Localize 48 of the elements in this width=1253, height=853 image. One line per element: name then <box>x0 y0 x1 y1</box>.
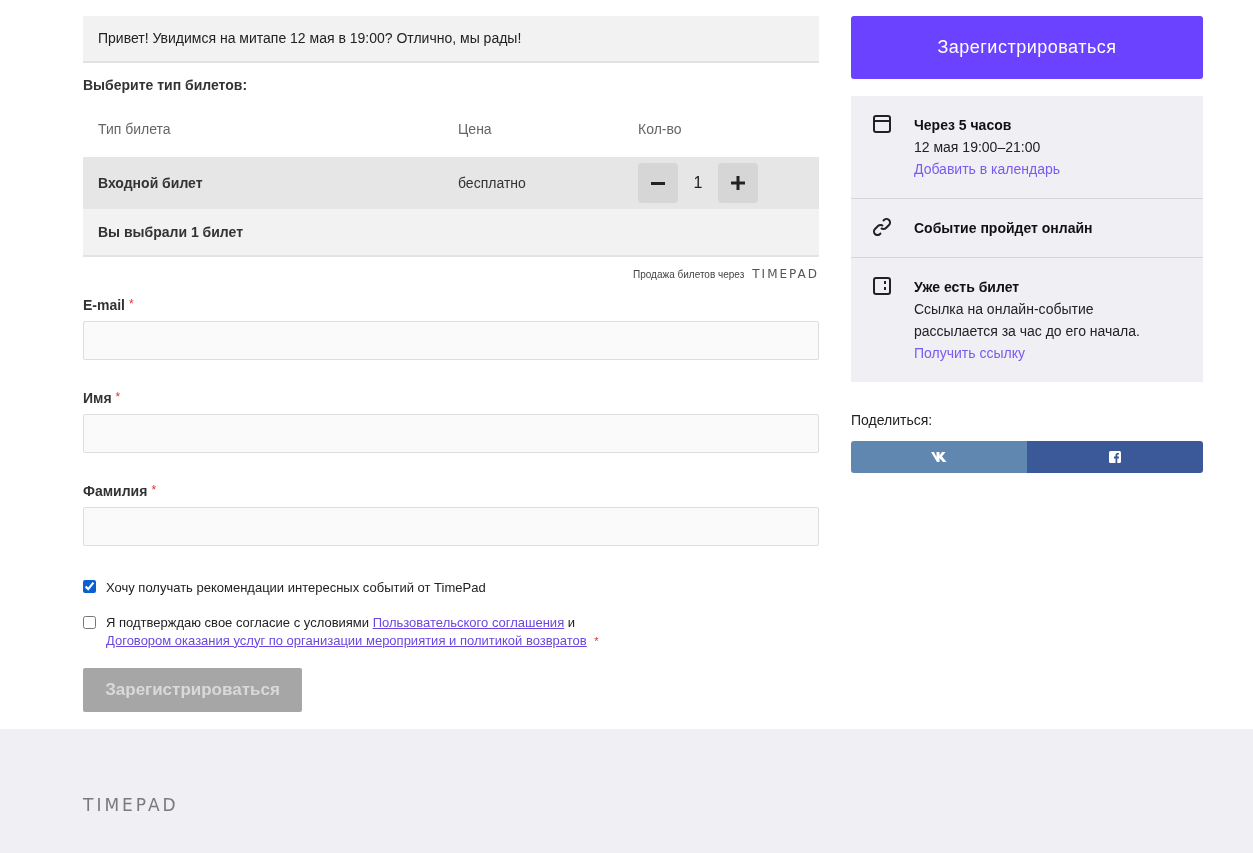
powered-by-text: Продажа билетов через <box>633 267 745 282</box>
field-label: Фамилия <box>83 482 148 501</box>
section-heading: Выберите тип билетов: <box>83 76 249 95</box>
register-button[interactable]: Зарегистрироваться <box>851 16 1203 79</box>
increase-button[interactable] <box>718 163 758 203</box>
column-header: Цена <box>458 119 493 139</box>
info-link[interactable]: Получить ссылку <box>914 342 1140 364</box>
field-label: E-mail <box>83 296 125 315</box>
table-cell-text: бесплатно <box>458 173 527 193</box>
info-title: Событие пройдет онлайн <box>914 219 1093 238</box>
facebook-icon <box>1109 451 1121 463</box>
minus-icon <box>651 181 665 185</box>
agreement-link[interactable]: Договором оказания услуг по организации мероприятия и политикой возвратов <box>106 632 587 648</box>
share-label: Поделиться: <box>851 411 934 430</box>
input-field[interactable] <box>83 321 819 360</box>
required-mark: * <box>129 296 134 313</box>
ticket-icon <box>873 277 891 295</box>
timepad-logo: TIMEPAD <box>83 795 179 815</box>
column-header: Тип билета <box>98 119 172 139</box>
info-title: Уже есть билет <box>914 278 1021 297</box>
terms-link[interactable]: Пользовательского соглашения <box>372 614 565 630</box>
link-icon <box>873 218 891 236</box>
required-mark: * <box>594 634 599 647</box>
plus-icon <box>731 176 745 190</box>
quantity-value: 1 <box>692 173 704 193</box>
checkbox[interactable] <box>83 580 96 593</box>
field-label: Имя <box>83 389 112 408</box>
consent-text: Я подтверждаю свое согласие с условиями Пользовательского соглашения и Договором оказания услуг по организации мероприятия и политикой возвратов * <box>106 613 600 650</box>
selection-summary: Вы выбрали 1 билет <box>83 209 819 257</box>
required-mark: * <box>151 482 157 499</box>
input-field[interactable] <box>83 507 819 546</box>
decrease-button[interactable] <box>638 163 678 203</box>
vk-icon <box>931 452 947 462</box>
info-link[interactable]: Добавить в календарь <box>914 158 1061 180</box>
share-button[interactable] <box>1027 441 1203 473</box>
table-cell-text: Входной билет <box>98 173 204 193</box>
column-header: Кол-во <box>638 119 682 139</box>
required-mark: * <box>115 389 121 406</box>
checkbox[interactable] <box>83 615 96 629</box>
info-text: 12 мая 19:00–21:00 <box>914 138 1042 157</box>
input-field[interactable] <box>83 414 819 453</box>
timepad-logo: TIMEPAD <box>752 266 819 283</box>
info-title: Через 5 часов <box>914 116 1013 135</box>
info-text: Ссылка на онлайн-событие <box>914 300 1095 319</box>
info-text: рассылается за час до его начала. <box>914 322 1140 341</box>
greeting-banner: Привет! Увидимся на митапе 12 мая в 19:00? Отлично, мы рады! <box>83 16 819 63</box>
checkbox-label: Хочу получать рекомендации интересных событий от TimePad <box>106 579 486 597</box>
calendar-icon <box>873 115 891 133</box>
